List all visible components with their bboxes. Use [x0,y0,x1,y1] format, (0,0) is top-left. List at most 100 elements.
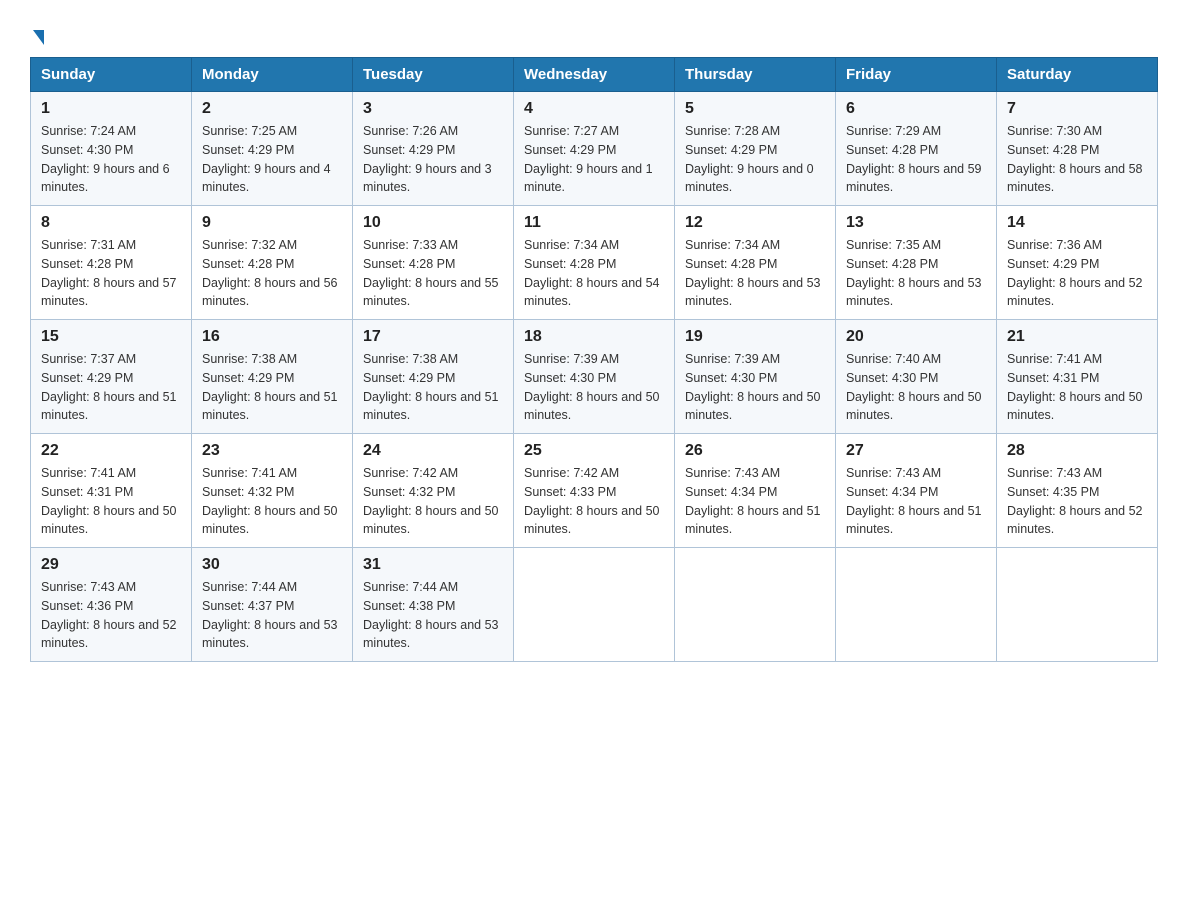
calendar-cell: 11 Sunrise: 7:34 AMSunset: 4:28 PMDaylig… [514,206,675,320]
day-number: 21 [1007,328,1147,346]
day-info: Sunrise: 7:43 AMSunset: 4:34 PMDaylight:… [846,466,982,536]
header-sunday: Sunday [31,58,192,92]
day-info: Sunrise: 7:38 AMSunset: 4:29 PMDaylight:… [202,352,338,422]
day-info: Sunrise: 7:43 AMSunset: 4:36 PMDaylight:… [41,580,177,650]
calendar-cell: 5 Sunrise: 7:28 AMSunset: 4:29 PMDayligh… [675,92,836,206]
day-number: 18 [524,328,664,346]
day-number: 24 [363,442,503,460]
day-number: 16 [202,328,342,346]
day-number: 20 [846,328,986,346]
day-info: Sunrise: 7:35 AMSunset: 4:28 PMDaylight:… [846,238,982,308]
day-number: 15 [41,328,181,346]
calendar-cell: 10 Sunrise: 7:33 AMSunset: 4:28 PMDaylig… [353,206,514,320]
day-number: 30 [202,556,342,574]
logo [30,28,44,41]
day-info: Sunrise: 7:37 AMSunset: 4:29 PMDaylight:… [41,352,177,422]
calendar-cell: 30 Sunrise: 7:44 AMSunset: 4:37 PMDaylig… [192,548,353,662]
day-info: Sunrise: 7:25 AMSunset: 4:29 PMDaylight:… [202,124,331,194]
calendar-cell: 22 Sunrise: 7:41 AMSunset: 4:31 PMDaylig… [31,434,192,548]
day-number: 12 [685,214,825,232]
day-number: 2 [202,100,342,118]
calendar-cell: 12 Sunrise: 7:34 AMSunset: 4:28 PMDaylig… [675,206,836,320]
day-info: Sunrise: 7:39 AMSunset: 4:30 PMDaylight:… [685,352,821,422]
day-info: Sunrise: 7:36 AMSunset: 4:29 PMDaylight:… [1007,238,1143,308]
day-info: Sunrise: 7:24 AMSunset: 4:30 PMDaylight:… [41,124,170,194]
day-number: 25 [524,442,664,460]
header-thursday: Thursday [675,58,836,92]
calendar-week-row: 1 Sunrise: 7:24 AMSunset: 4:30 PMDayligh… [31,92,1158,206]
calendar-week-row: 29 Sunrise: 7:43 AMSunset: 4:36 PMDaylig… [31,548,1158,662]
day-number: 27 [846,442,986,460]
calendar-cell: 8 Sunrise: 7:31 AMSunset: 4:28 PMDayligh… [31,206,192,320]
page-header [30,20,1158,41]
calendar-cell: 28 Sunrise: 7:43 AMSunset: 4:35 PMDaylig… [997,434,1158,548]
day-info: Sunrise: 7:34 AMSunset: 4:28 PMDaylight:… [685,238,821,308]
calendar-cell: 2 Sunrise: 7:25 AMSunset: 4:29 PMDayligh… [192,92,353,206]
day-number: 5 [685,100,825,118]
calendar-cell: 4 Sunrise: 7:27 AMSunset: 4:29 PMDayligh… [514,92,675,206]
calendar-cell [836,548,997,662]
header-saturday: Saturday [997,58,1158,92]
header-tuesday: Tuesday [353,58,514,92]
day-number: 28 [1007,442,1147,460]
day-info: Sunrise: 7:41 AMSunset: 4:31 PMDaylight:… [41,466,177,536]
day-info: Sunrise: 7:44 AMSunset: 4:37 PMDaylight:… [202,580,338,650]
day-info: Sunrise: 7:28 AMSunset: 4:29 PMDaylight:… [685,124,814,194]
calendar-cell: 26 Sunrise: 7:43 AMSunset: 4:34 PMDaylig… [675,434,836,548]
day-info: Sunrise: 7:38 AMSunset: 4:29 PMDaylight:… [363,352,499,422]
calendar-cell: 31 Sunrise: 7:44 AMSunset: 4:38 PMDaylig… [353,548,514,662]
calendar-cell: 9 Sunrise: 7:32 AMSunset: 4:28 PMDayligh… [192,206,353,320]
calendar-cell: 24 Sunrise: 7:42 AMSunset: 4:32 PMDaylig… [353,434,514,548]
calendar-cell: 23 Sunrise: 7:41 AMSunset: 4:32 PMDaylig… [192,434,353,548]
day-number: 9 [202,214,342,232]
calendar-cell: 3 Sunrise: 7:26 AMSunset: 4:29 PMDayligh… [353,92,514,206]
day-info: Sunrise: 7:41 AMSunset: 4:31 PMDaylight:… [1007,352,1143,422]
day-number: 3 [363,100,503,118]
day-number: 13 [846,214,986,232]
day-info: Sunrise: 7:34 AMSunset: 4:28 PMDaylight:… [524,238,660,308]
calendar-cell: 18 Sunrise: 7:39 AMSunset: 4:30 PMDaylig… [514,320,675,434]
calendar-cell: 27 Sunrise: 7:43 AMSunset: 4:34 PMDaylig… [836,434,997,548]
day-info: Sunrise: 7:32 AMSunset: 4:28 PMDaylight:… [202,238,338,308]
calendar-cell [997,548,1158,662]
day-number: 22 [41,442,181,460]
day-info: Sunrise: 7:39 AMSunset: 4:30 PMDaylight:… [524,352,660,422]
calendar-week-row: 15 Sunrise: 7:37 AMSunset: 4:29 PMDaylig… [31,320,1158,434]
calendar-cell: 17 Sunrise: 7:38 AMSunset: 4:29 PMDaylig… [353,320,514,434]
day-number: 11 [524,214,664,232]
calendar-cell: 6 Sunrise: 7:29 AMSunset: 4:28 PMDayligh… [836,92,997,206]
header-monday: Monday [192,58,353,92]
day-number: 8 [41,214,181,232]
day-number: 26 [685,442,825,460]
calendar-cell: 25 Sunrise: 7:42 AMSunset: 4:33 PMDaylig… [514,434,675,548]
calendar-cell: 15 Sunrise: 7:37 AMSunset: 4:29 PMDaylig… [31,320,192,434]
day-info: Sunrise: 7:40 AMSunset: 4:30 PMDaylight:… [846,352,982,422]
calendar-cell: 1 Sunrise: 7:24 AMSunset: 4:30 PMDayligh… [31,92,192,206]
day-number: 23 [202,442,342,460]
day-info: Sunrise: 7:26 AMSunset: 4:29 PMDaylight:… [363,124,492,194]
day-number: 29 [41,556,181,574]
header-friday: Friday [836,58,997,92]
calendar-cell [675,548,836,662]
day-info: Sunrise: 7:43 AMSunset: 4:35 PMDaylight:… [1007,466,1143,536]
calendar-week-row: 22 Sunrise: 7:41 AMSunset: 4:31 PMDaylig… [31,434,1158,548]
day-info: Sunrise: 7:44 AMSunset: 4:38 PMDaylight:… [363,580,499,650]
day-number: 31 [363,556,503,574]
day-number: 1 [41,100,181,118]
day-info: Sunrise: 7:29 AMSunset: 4:28 PMDaylight:… [846,124,982,194]
calendar-cell: 7 Sunrise: 7:30 AMSunset: 4:28 PMDayligh… [997,92,1158,206]
calendar-cell: 19 Sunrise: 7:39 AMSunset: 4:30 PMDaylig… [675,320,836,434]
logo-arrow-icon [33,30,44,45]
calendar-header-row: SundayMondayTuesdayWednesdayThursdayFrid… [31,58,1158,92]
day-info: Sunrise: 7:42 AMSunset: 4:33 PMDaylight:… [524,466,660,536]
day-number: 14 [1007,214,1147,232]
calendar-cell: 29 Sunrise: 7:43 AMSunset: 4:36 PMDaylig… [31,548,192,662]
day-info: Sunrise: 7:42 AMSunset: 4:32 PMDaylight:… [363,466,499,536]
day-number: 17 [363,328,503,346]
day-info: Sunrise: 7:27 AMSunset: 4:29 PMDaylight:… [524,124,653,194]
calendar-week-row: 8 Sunrise: 7:31 AMSunset: 4:28 PMDayligh… [31,206,1158,320]
calendar-table: SundayMondayTuesdayWednesdayThursdayFrid… [30,57,1158,662]
calendar-cell [514,548,675,662]
day-info: Sunrise: 7:31 AMSunset: 4:28 PMDaylight:… [41,238,177,308]
day-info: Sunrise: 7:33 AMSunset: 4:28 PMDaylight:… [363,238,499,308]
